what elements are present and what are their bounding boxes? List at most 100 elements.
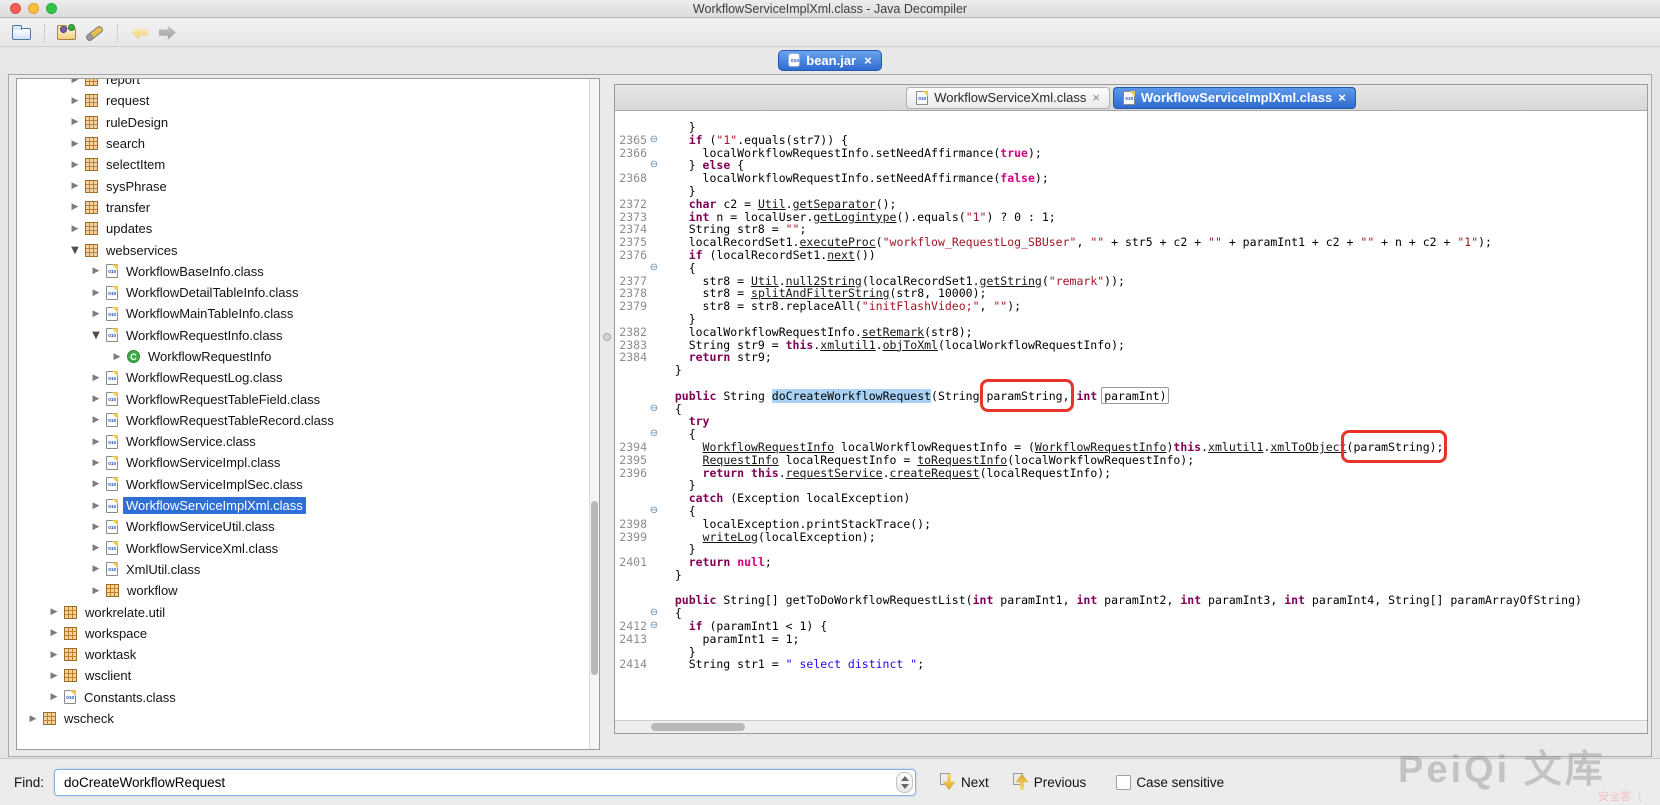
fold-icon[interactable]: ⊖ (647, 505, 661, 518)
expand-arrow-icon[interactable]: ▶ (69, 160, 81, 170)
expand-arrow-icon[interactable]: ▶ (90, 479, 102, 489)
tree-item-wsclient[interactable]: ▶wsclient (17, 665, 589, 686)
tree-item-workflowrequestlog-class[interactable]: ▶WorkflowRequestLog.class (17, 367, 589, 388)
tree-item-workflowrequesttablefield-class[interactable]: ▶WorkflowRequestTableField.class (17, 388, 589, 409)
fold-icon[interactable]: ⊖ (647, 428, 661, 441)
fold-gutter (647, 658, 661, 671)
expand-arrow-icon[interactable]: ▶ (90, 394, 102, 404)
expand-arrow-icon[interactable]: ▶ (90, 288, 102, 298)
tree-item-workflow[interactable]: ▶workflow (17, 580, 589, 601)
fold-icon[interactable]: ⊖ (647, 403, 661, 416)
tree-item-workflowserviceimpl-class[interactable]: ▶WorkflowServiceImpl.class (17, 452, 589, 473)
expand-arrow-icon[interactable]: ▶ (111, 352, 123, 362)
tree-vertical-scrollbar[interactable] (589, 79, 599, 749)
find-history-stepper[interactable] (896, 772, 913, 793)
close-icon[interactable]: × (1338, 93, 1346, 103)
collapse-arrow-icon[interactable]: ▼ (90, 330, 102, 341)
tree-item-updates[interactable]: ▶updates (17, 218, 589, 239)
stepper-down-icon[interactable] (901, 784, 909, 789)
open-type-icon[interactable] (56, 24, 78, 42)
expand-arrow-icon[interactable]: ▶ (69, 224, 81, 234)
splitter-handle[interactable] (603, 333, 611, 341)
tree-item-xmlutil-class[interactable]: ▶XmlUtil.class (17, 559, 589, 580)
tab-workflowservicexml[interactable]: WorkflowServiceXml.class × (906, 87, 1110, 109)
expand-arrow-icon[interactable]: ▶ (69, 117, 81, 127)
expand-arrow-icon[interactable]: ▶ (69, 78, 81, 85)
tree-item-workflowserviceimplsec-class[interactable]: ▶WorkflowServiceImplSec.class (17, 474, 589, 495)
fold-icon[interactable]: ⊖ (647, 620, 661, 633)
tab-workflowserviceimplxml[interactable]: WorkflowServiceImplXml.class × (1113, 87, 1356, 109)
collapse-arrow-icon[interactable]: ▼ (69, 245, 81, 256)
expand-arrow-icon[interactable]: ▶ (48, 628, 60, 638)
tree-item-workflowmaintableinfo-class[interactable]: ▶WorkflowMainTableInfo.class (17, 303, 589, 324)
expand-arrow-icon[interactable]: ▶ (90, 373, 102, 383)
code-scrollbar-thumb[interactable] (651, 723, 745, 731)
tree-item-workflowservicexml-class[interactable]: ▶WorkflowServiceXml.class (17, 538, 589, 559)
tab-bean-jar[interactable]: bean.jar × (778, 50, 881, 71)
tree-item-sysphrase[interactable]: ▶sysPhrase (17, 175, 589, 196)
close-icon[interactable]: × (1092, 93, 1100, 103)
fold-icon[interactable]: ⊖ (647, 134, 661, 147)
expand-arrow-icon[interactable]: ▶ (69, 181, 81, 191)
expand-arrow-icon[interactable]: ▶ (90, 266, 102, 276)
find-next-button[interactable]: Next (961, 775, 989, 790)
expand-arrow-icon[interactable]: ▶ (48, 650, 60, 660)
tree-item-workflowbaseinfo-class[interactable]: ▶WorkflowBaseInfo.class (17, 261, 589, 282)
find-bar: Find: Next Previous Case sensitive (0, 758, 1660, 805)
fold-icon[interactable]: ⊖ (647, 607, 661, 620)
open-file-icon[interactable] (11, 24, 33, 42)
search-icon[interactable] (84, 24, 106, 42)
tree-item-workflowrequesttablerecord-class[interactable]: ▶WorkflowRequestTableRecord.class (17, 410, 589, 431)
expand-arrow-icon[interactable]: ▶ (90, 437, 102, 447)
tree-item-workflowrequestinfo[interactable]: ▶CWorkflowRequestInfo (17, 346, 589, 367)
tree-scrollbar-thumb[interactable] (591, 501, 598, 675)
fold-icon[interactable]: ⊖ (647, 262, 661, 275)
expand-arrow-icon[interactable]: ▶ (48, 671, 60, 681)
code-horizontal-scrollbar[interactable] (615, 720, 1647, 733)
expand-arrow-icon[interactable]: ▶ (48, 692, 60, 702)
tree-item-workflowserviceutil-class[interactable]: ▶WorkflowServiceUtil.class (17, 516, 589, 537)
tree-item-workspace[interactable]: ▶workspace (17, 623, 589, 644)
tree-item-workflowserviceimplxml-class[interactable]: ▶WorkflowServiceImplXml.class (17, 495, 589, 516)
find-previous-button[interactable]: Previous (1034, 775, 1087, 790)
tree-item-report[interactable]: ▶report (17, 78, 589, 90)
expand-arrow-icon[interactable]: ▶ (69, 96, 81, 106)
fold-gutter (647, 236, 661, 249)
tree-item-workflowdetailtableinfo-class[interactable]: ▶WorkflowDetailTableInfo.class (17, 282, 589, 303)
expand-arrow-icon[interactable]: ▶ (90, 586, 102, 596)
expand-arrow-icon[interactable]: ▶ (90, 458, 102, 468)
close-icon[interactable]: × (864, 53, 872, 68)
find-previous-icon[interactable] (1015, 774, 1029, 790)
forward-icon[interactable] (157, 24, 179, 42)
expand-arrow-icon[interactable]: ▶ (90, 564, 102, 574)
code-text: return str9; (661, 351, 1647, 364)
find-input[interactable] (54, 769, 916, 796)
tree-item-webservices[interactable]: ▼webservices (17, 239, 589, 260)
tree-item-worktask[interactable]: ▶worktask (17, 644, 589, 665)
back-icon[interactable] (129, 24, 151, 42)
tree-item-workflowrequestinfo-class[interactable]: ▼WorkflowRequestInfo.class (17, 325, 589, 346)
tree-item-ruledesign[interactable]: ▶ruleDesign (17, 112, 589, 133)
expand-arrow-icon[interactable]: ▶ (90, 415, 102, 425)
case-sensitive-checkbox[interactable] (1116, 775, 1131, 790)
stepper-up-icon[interactable] (901, 776, 909, 781)
expand-arrow-icon[interactable]: ▶ (27, 714, 39, 724)
tree-item-workrelate-util[interactable]: ▶workrelate.util (17, 601, 589, 622)
fold-icon[interactable]: ⊖ (647, 159, 661, 172)
expand-arrow-icon[interactable]: ▶ (90, 501, 102, 511)
expand-arrow-icon[interactable]: ▶ (90, 309, 102, 319)
expand-arrow-icon[interactable]: ▶ (69, 202, 81, 212)
tree-item-transfer[interactable]: ▶transfer (17, 197, 589, 218)
expand-arrow-icon[interactable]: ▶ (90, 543, 102, 553)
tree-item-request[interactable]: ▶request (17, 90, 589, 111)
tree-item-search[interactable]: ▶search (17, 133, 589, 154)
tree-item-selectitem[interactable]: ▶selectItem (17, 154, 589, 175)
tree-item-wscheck[interactable]: ▶wscheck (17, 708, 589, 729)
tree-item-constants-class[interactable]: ▶Constants.class (17, 687, 589, 708)
expand-arrow-icon[interactable]: ▶ (48, 607, 60, 617)
expand-arrow-icon[interactable]: ▶ (69, 139, 81, 149)
tree-item-workflowservice-class[interactable]: ▶WorkflowService.class (17, 431, 589, 452)
line-number (615, 377, 647, 390)
find-next-icon[interactable] (942, 774, 956, 790)
expand-arrow-icon[interactable]: ▶ (90, 522, 102, 532)
